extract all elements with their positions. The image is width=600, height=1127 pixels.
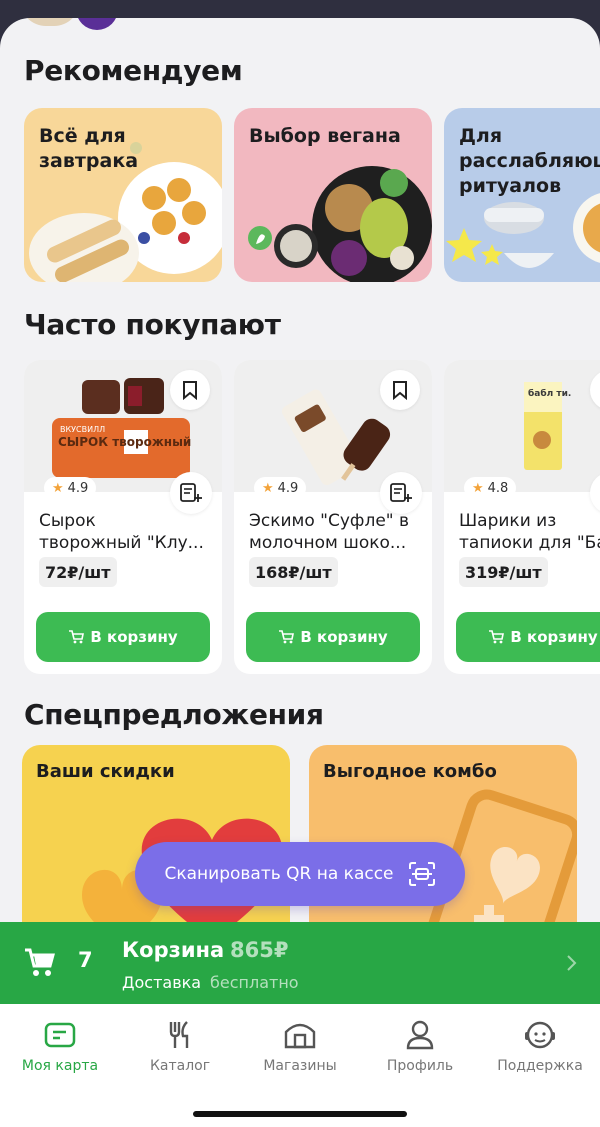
tab-support[interactable]: Поддержка [480, 1018, 600, 1074]
tab-my-card[interactable]: Моя карта [0, 1018, 120, 1074]
product-card[interactable]: ВКУСВИЛЛ СЫРОК творожный ★ 4.9 Сырок тво… [24, 360, 222, 674]
bookmark-button[interactable] [380, 370, 420, 410]
product-price: 319₽/шт [459, 557, 548, 587]
add-to-cart-button[interactable]: В корзину [246, 612, 420, 662]
cart-bar[interactable]: 7 Корзина 865₽ Доставка бесплатно [0, 922, 600, 1004]
profile-icon [406, 1020, 434, 1050]
top-banner-peek [20, 18, 118, 30]
star-icon: ★ [472, 480, 484, 496]
scan-qr-label: Сканировать QR на кассе [164, 864, 394, 884]
tab-label: Каталог [149, 1058, 211, 1074]
add-to-cart-button[interactable]: В корзину [456, 612, 600, 662]
pack-title-text: бабл ти. [528, 388, 571, 399]
recommend-title: Рекомендуем [24, 54, 243, 87]
add-to-list-icon [180, 483, 202, 502]
scan-qr-button[interactable]: Сканировать QR на кассе [135, 842, 465, 906]
breakfast-image [29, 142, 222, 282]
support-icon [525, 1021, 555, 1049]
recommend-card-relax[interactable]: Для расслабляющих ритуалов [444, 108, 600, 282]
tab-label: Магазины [263, 1058, 337, 1074]
star-icon: ★ [262, 480, 274, 496]
cart-sum: 865₽ [230, 938, 289, 962]
cart-icon [279, 630, 295, 644]
store-icon [284, 1023, 316, 1049]
tab-stores[interactable]: Магазины [240, 1018, 360, 1074]
delivery-label: Доставка [122, 973, 202, 992]
cart-count: 7 [78, 948, 93, 972]
product-name: Эскимо "Суфле" в молочном шоко... [249, 511, 410, 553]
bookmark-icon [183, 381, 197, 400]
product-image: бабл ти. [444, 360, 600, 492]
rating-badge: ★ 4.9 [254, 477, 307, 499]
bookmark-button[interactable] [170, 370, 210, 410]
chevron-right-icon [567, 955, 577, 971]
add-to-list-button[interactable] [170, 472, 212, 514]
rating-value: 4.9 [277, 480, 299, 496]
tab-bar: Моя карта Каталог Магазины Профиль Подде… [0, 1004, 600, 1127]
product-price: 72₽/шт [39, 557, 117, 587]
pack-brand-text: ВКУСВИЛЛ [60, 425, 105, 434]
vegan-bowl-image [248, 166, 432, 282]
tab-label: Поддержка [497, 1058, 583, 1074]
pack-title-text: СЫРОК творожный [58, 435, 191, 449]
rating-value: 4.9 [67, 480, 89, 496]
tab-profile[interactable]: Профиль [360, 1018, 480, 1074]
tab-label: Профиль [386, 1058, 454, 1074]
add-to-cart-button[interactable]: В корзину [36, 612, 210, 662]
product-price: 168₽/шт [249, 557, 338, 587]
cart-icon [25, 948, 55, 976]
product-name: Сырок творожный "Клу... [39, 511, 204, 553]
home-sheet: Рекомендуем Всё для завтрака Выбор веган… [0, 18, 600, 1127]
qr-scan-icon [408, 862, 435, 886]
product-name: Шарики из тапиоки для "Ба [459, 511, 600, 553]
delivery-value: бесплатно [210, 973, 299, 992]
frequent-title: Часто покупают [24, 308, 281, 341]
rating-value: 4.8 [487, 480, 509, 496]
rating-badge: ★ 4.9 [44, 477, 97, 499]
recommend-card-breakfast[interactable]: Всё для завтрака [24, 108, 222, 282]
home-indicator [193, 1111, 407, 1117]
card-icon [44, 1022, 76, 1048]
cutlery-icon [169, 1021, 189, 1048]
add-to-list-button[interactable] [380, 472, 422, 514]
tab-label: Моя карта [21, 1058, 99, 1074]
cart-icon [69, 630, 85, 644]
relax-image [446, 193, 600, 268]
rating-badge: ★ 4.8 [464, 477, 517, 499]
bookmark-icon [393, 381, 407, 400]
cart-icon [489, 630, 505, 644]
tab-catalog[interactable]: Каталог [120, 1018, 240, 1074]
cart-title: Корзина [122, 938, 225, 962]
specials-title: Спецпредложения [24, 698, 324, 731]
add-to-list-icon [390, 483, 412, 502]
product-card[interactable]: ★ 4.9 Эскимо "Суфле" в молочном шоко... … [234, 360, 432, 674]
product-card[interactable]: бабл ти. ★ 4.8 Шарики из тапиоки для "Ба… [444, 360, 600, 674]
recommend-card-vegan[interactable]: Выбор вегана [234, 108, 432, 282]
star-icon: ★ [52, 480, 64, 496]
